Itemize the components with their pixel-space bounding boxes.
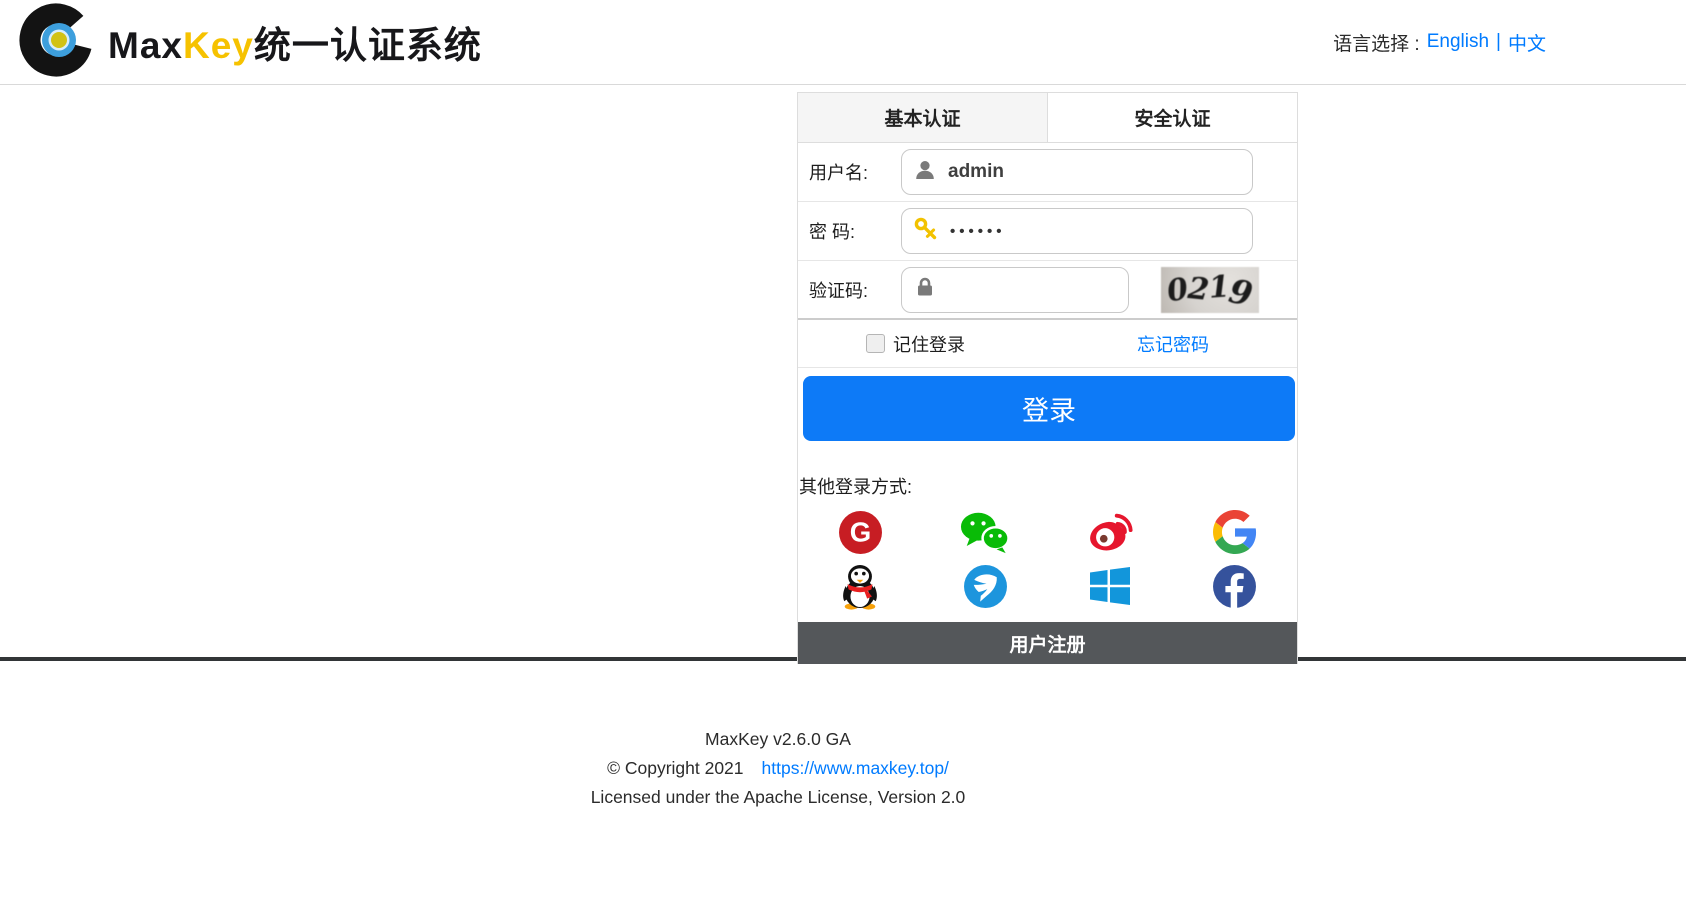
page-title: MaxKey统一认证系统: [108, 25, 482, 66]
other-login-methods-label: 其他登录方式:: [799, 477, 913, 497]
captcha-row: 验证码: 0219: [798, 261, 1297, 320]
language-english-link[interactable]: English: [1427, 31, 1489, 53]
social-row-2: [798, 559, 1297, 613]
user-icon: [913, 158, 937, 187]
language-label: 语言选择 :: [1333, 33, 1420, 55]
language-selector: 语言选择 : English | 中文: [1333, 29, 1546, 56]
qq-icon[interactable]: [798, 562, 923, 610]
copyright-line: © Copyright 2021 https://www.maxkey.top/: [0, 754, 1556, 783]
password-label: 密 码:: [809, 222, 856, 242]
google-icon[interactable]: [1172, 510, 1297, 554]
version-text: MaxKey v2.6.0 GA: [705, 729, 851, 749]
username-value: admin: [948, 161, 1004, 182]
remember-row: 记住登录 忘记密码: [798, 320, 1297, 368]
weibo-icon[interactable]: [1048, 510, 1173, 555]
captcha-image[interactable]: 0219: [1161, 266, 1259, 314]
maxkey-site-link[interactable]: https://www.maxkey.top/: [762, 758, 949, 778]
captcha-input[interactable]: [901, 266, 1129, 313]
login-button[interactable]: 登录: [803, 376, 1295, 441]
svg-text:G: G: [850, 516, 871, 547]
password-value: ••••••: [950, 222, 1006, 240]
remember-checkbox[interactable]: [866, 334, 885, 353]
gitee-icon[interactable]: G: [798, 510, 923, 555]
captcha-label: 验证码:: [809, 280, 869, 301]
login-panel: 基本认证 安全认证 用户名: admin 密 码: •••••• 验证码: 0 …: [797, 92, 1298, 664]
windows-icon[interactable]: [1048, 564, 1173, 608]
key-icon: [913, 216, 939, 247]
footer: MaxKey v2.6.0 GA © Copyright 2021 https:/…: [0, 661, 1686, 812]
maxkey-login-page: MaxKey统一认证系统 语言选择 : English | 中文 基本认证 安全认证 …: [0, 0, 1686, 900]
language-separator: |: [1496, 31, 1501, 52]
wechat-icon[interactable]: [923, 511, 1048, 554]
brand: MaxKey统一认证系统: [18, 2, 482, 83]
remember-label: 记住登录: [893, 334, 965, 355]
username-row: 用户名: admin: [798, 143, 1297, 202]
language-chinese-link[interactable]: 中文: [1508, 29, 1546, 56]
tab-basic-auth[interactable]: 基本认证: [798, 93, 1048, 142]
maxkey-logo-icon: [18, 2, 94, 83]
username-input[interactable]: admin: [901, 149, 1253, 195]
register-button[interactable]: 用户注册: [798, 622, 1297, 664]
license-text: Licensed under the Apache License, Versi…: [590, 787, 966, 807]
main-area: 基本认证 安全认证 用户名: admin 密 码: •••••• 验证码: 0 …: [0, 85, 1686, 664]
facebook-icon[interactable]: [1172, 564, 1297, 609]
password-input[interactable]: ••••••: [901, 208, 1253, 254]
header: MaxKey统一认证系统 语言选择 : English | 中文: [0, 0, 1686, 85]
forgot-password-link[interactable]: 忘记密码: [1137, 331, 1209, 357]
lock-icon: [913, 275, 937, 304]
username-label: 用户名:: [809, 163, 869, 183]
auth-tabs: 基本认证 安全认证: [798, 93, 1297, 143]
tab-secure-auth[interactable]: 安全认证: [1048, 93, 1297, 142]
dingtalk-icon[interactable]: [923, 564, 1048, 609]
social-row-1: G: [798, 505, 1297, 559]
copyright-text: © Copyright 2021: [607, 758, 744, 778]
password-row: 密 码: ••••••: [798, 202, 1297, 261]
